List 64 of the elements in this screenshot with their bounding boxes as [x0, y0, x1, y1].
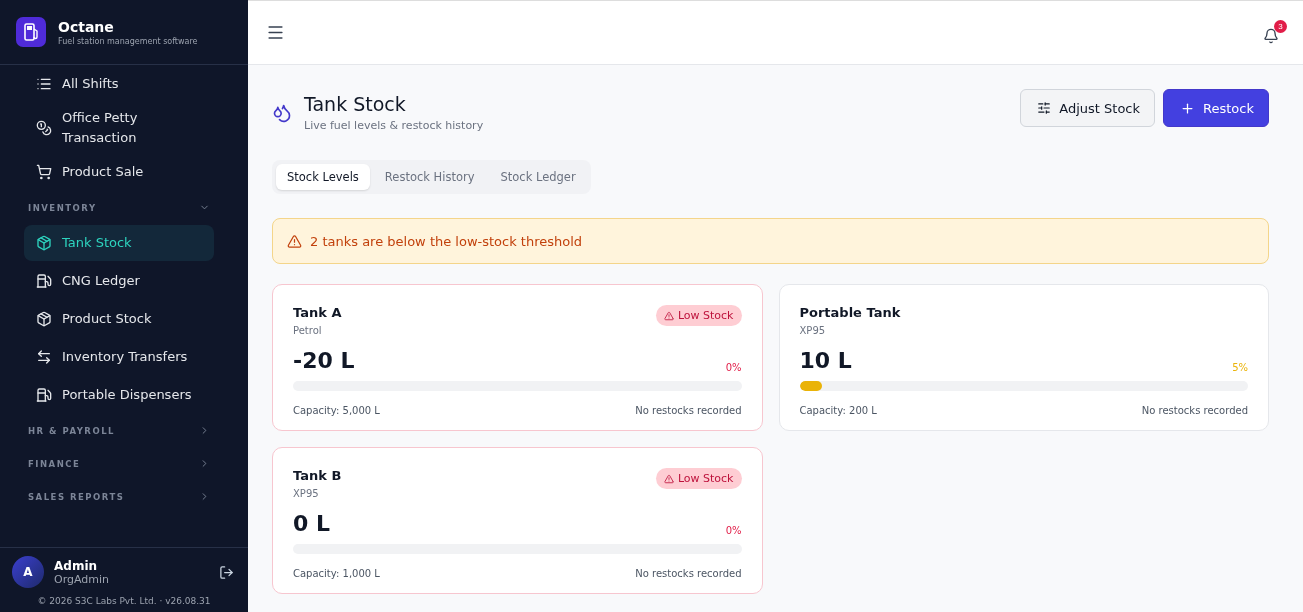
nav-item[interactable]: Portable Dispensers [24, 377, 214, 413]
nav-item[interactable]: CNG Ledger [24, 263, 214, 299]
copyright-text: © 2026 S3C Labs Pvt. Ltd. · v26.08.31 [36, 595, 212, 608]
droplets-icon [272, 102, 292, 123]
tank-name: Tank B [293, 468, 342, 483]
fuel-pump-icon [36, 273, 52, 289]
logo-icon [16, 17, 46, 47]
tank-capacity: Capacity: 1,000 L [293, 568, 380, 579]
plus-icon [1180, 100, 1196, 116]
tab[interactable]: Restock History [373, 164, 486, 190]
nav-section-header[interactable]: SALES REPORTS [24, 480, 214, 513]
swap-arrows-icon [36, 349, 52, 365]
page-title: Tank Stock [304, 93, 407, 115]
warning-icon [287, 233, 302, 249]
nav-section-header[interactable]: FINANCE [24, 447, 214, 480]
tank-name: Tank A [293, 305, 342, 320]
fuel-type: Petrol [293, 325, 323, 336]
alert-text: 2 tanks are below the low-stock threshold [310, 233, 583, 249]
cart-icon [36, 164, 52, 180]
nav-item[interactable]: Tank Stock [24, 225, 214, 261]
nav-section-header[interactable]: HR & PAYROLL [24, 414, 214, 447]
tank-name: Portable Tank [799, 305, 901, 320]
sliders-icon [1037, 101, 1052, 115]
tab[interactable]: Stock Ledger [489, 164, 587, 190]
low-stock-badge: Low Stock [655, 468, 742, 489]
notification-count: 3 [1274, 19, 1287, 33]
low-stock-badge: Low Stock [655, 305, 742, 326]
nav-item[interactable]: Product Stock [24, 301, 214, 337]
nav-item[interactable]: Product Sale [24, 154, 214, 190]
fill-percent: 0% [725, 525, 742, 536]
fill-percent: 0% [725, 362, 742, 373]
tab[interactable]: Stock Levels [276, 164, 370, 190]
tank-amount: 10 L [799, 348, 852, 373]
nav-item[interactable]: All Shifts [24, 66, 214, 102]
adjust-stock-button[interactable]: Adjust Stock [1020, 89, 1156, 127]
logout-button[interactable] [219, 564, 234, 580]
menu-button[interactable] [266, 23, 285, 42]
nav-section-header[interactable]: INVENTORY [24, 191, 214, 224]
list-icon [36, 76, 52, 92]
restock-status: No restocks recorded [635, 568, 742, 579]
box-icon [36, 235, 52, 251]
fuel-type: XP95 [293, 488, 320, 499]
tank-capacity: Capacity: 200 L [799, 405, 877, 416]
restock-status: No restocks recorded [1141, 405, 1248, 416]
nav-item[interactable]: Inventory Transfers [24, 339, 214, 375]
tank-amount: -20 L [293, 348, 355, 373]
fuel-type: XP95 [799, 325, 827, 336]
app-tagline: Fuel station management software [58, 36, 198, 46]
user-role: OrgAdmin [54, 572, 111, 586]
restock-status: No restocks recorded [635, 405, 742, 416]
fuel-pump-icon [36, 387, 52, 403]
coins-icon [36, 120, 52, 136]
tank-capacity: Capacity: 5,000 L [293, 405, 380, 416]
bell-icon [1263, 27, 1279, 44]
user-name: Admin [54, 558, 99, 573]
app-name: Octane [58, 18, 115, 35]
tank-amount: 0 L [293, 511, 330, 536]
avatar: A [12, 556, 44, 588]
notifications-button[interactable]: 3 [1261, 19, 1287, 46]
nav-item[interactable]: Office Petty Transaction [24, 104, 214, 152]
box-icon [36, 311, 52, 327]
fill-percent: 5% [1232, 362, 1248, 373]
restock-button[interactable]: Restock [1163, 89, 1269, 127]
page-subtitle: Live fuel levels & restock history [304, 119, 484, 132]
